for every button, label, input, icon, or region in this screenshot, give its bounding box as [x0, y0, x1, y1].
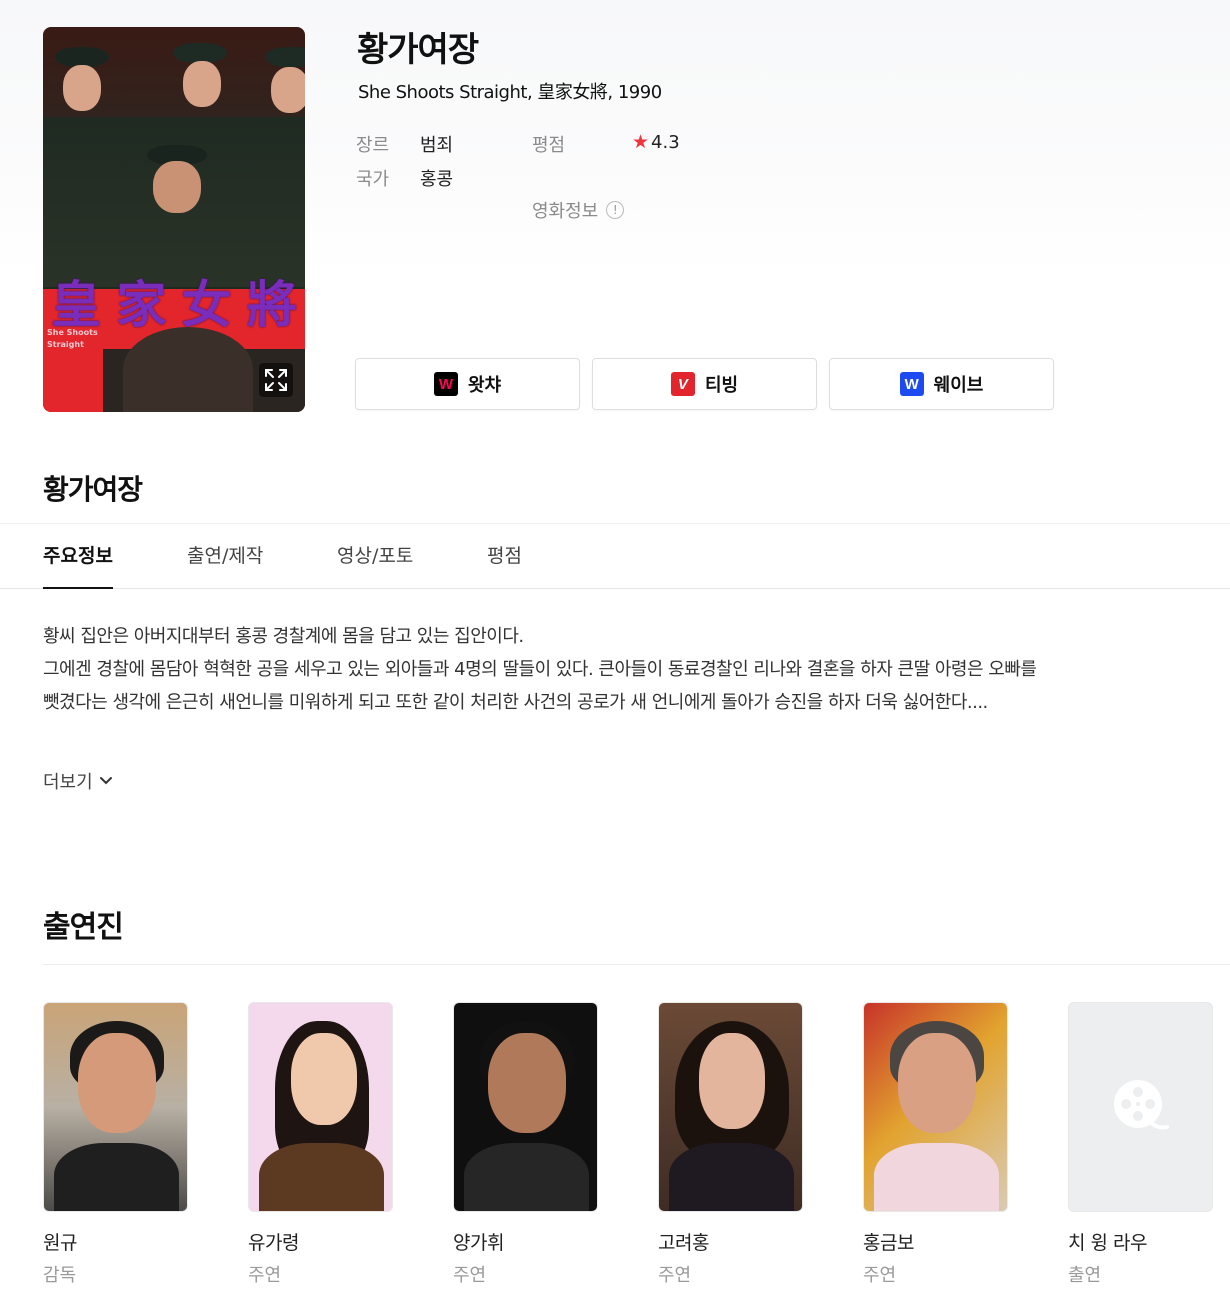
country-value: 홍콩 — [420, 169, 454, 190]
poster-figure — [265, 47, 305, 67]
watcha-logo-icon: W — [433, 372, 458, 396]
ott-label: 웨이브 — [933, 375, 984, 396]
star-icon: ★ — [632, 131, 650, 153]
info-icon: ! — [606, 201, 625, 219]
poster-figure — [173, 43, 227, 63]
cast-photo — [43, 1002, 188, 1212]
poster-figure — [183, 61, 221, 107]
movie-subtitle: She Shoots Straight, 皇家女將, 1990 — [358, 82, 662, 103]
photo-face — [898, 1033, 976, 1133]
ott-button-wavve[interactable]: W 웨이브 — [829, 358, 1054, 410]
photo-body — [669, 1143, 794, 1211]
expand-poster-button[interactable] — [259, 363, 293, 397]
cast-name: 홍금보 — [863, 1232, 914, 1254]
cast-card[interactable]: 치 윙 라우 출연 — [1068, 1002, 1213, 1287]
divider — [43, 964, 1230, 965]
photo-face — [488, 1033, 566, 1133]
ott-label: 왓챠 — [467, 375, 502, 396]
expand-icon — [265, 369, 287, 391]
synopsis-line: 그에겐 경찰에 몸담아 혁혁한 공을 세우고 있는 외아들과 4명의 딸들이 있… — [43, 659, 1037, 713]
photo-face — [699, 1033, 765, 1129]
country-label: 국가 — [356, 169, 390, 190]
cast-card[interactable]: 원규 감독 — [43, 1002, 188, 1287]
cast-card[interactable]: 양가휘 주연 — [453, 1002, 598, 1287]
rating-value: 4.3 — [651, 131, 680, 153]
movie-info-label: 영화정보 — [532, 201, 599, 222]
cast-name: 양가휘 — [453, 1232, 504, 1254]
cast-role: 주연 — [248, 1265, 282, 1286]
cast-role: 감독 — [43, 1265, 77, 1286]
rating-label: 평점 — [532, 135, 566, 156]
cast-photo-placeholder — [1068, 1002, 1213, 1212]
tab-main-info[interactable]: 주요정보 — [43, 524, 113, 589]
ott-button-watcha[interactable]: W 왓챠 — [355, 358, 580, 410]
cast-card[interactable]: 홍금보 주연 — [863, 1002, 1008, 1287]
poster-char: 將 — [246, 275, 301, 334]
poster-figure — [153, 161, 201, 213]
ott-label: 티빙 — [704, 375, 739, 396]
movie-title: 황가여장 — [357, 30, 479, 70]
cast-name: 치 윙 라우 — [1068, 1232, 1148, 1254]
tab-video-photo[interactable]: 영상/포토 — [337, 524, 413, 588]
tab-bar: 주요정보 출연/제작 영상/포토 평점 — [0, 523, 1230, 589]
poster-figure — [63, 65, 101, 111]
chevron-down-icon — [99, 777, 112, 785]
cast-role: 주연 — [863, 1265, 897, 1286]
cast-name: 원규 — [43, 1232, 77, 1254]
film-reel-icon — [1113, 1080, 1169, 1130]
synopsis-line: 황씨 집안은 아버지대부터 홍콩 경찰계에 몸을 담고 있는 집안이다. — [43, 626, 524, 647]
photo-face — [291, 1033, 357, 1125]
poster-figure — [271, 67, 305, 113]
movie-info-link[interactable]: 영화정보 ! — [532, 197, 625, 223]
poster-figure — [123, 327, 253, 412]
photo-body — [259, 1143, 384, 1211]
cast-photo — [248, 1002, 393, 1212]
cast-photo — [453, 1002, 598, 1212]
more-label: 더보기 — [43, 772, 93, 793]
rating: ★ 4.3 — [632, 131, 680, 153]
cast-role: 주연 — [453, 1265, 487, 1286]
cast-name: 유가령 — [248, 1232, 299, 1254]
synopsis: 황씨 집안은 아버지대부터 홍콩 경찰계에 몸을 담고 있는 집안이다. 그에겐… — [43, 620, 1053, 719]
cast-role: 주연 — [658, 1265, 692, 1286]
genre-label: 장르 — [356, 135, 390, 156]
photo-face — [78, 1033, 156, 1133]
tving-logo-icon: V — [670, 372, 695, 396]
photo-body — [54, 1143, 179, 1211]
cast-photo — [863, 1002, 1008, 1212]
cast-title: 출연진 — [43, 910, 124, 945]
more-button[interactable]: 더보기 — [43, 768, 113, 794]
cast-card[interactable]: 고려홍 주연 — [658, 1002, 803, 1287]
wavve-logo-icon: W — [899, 372, 924, 396]
tab-rating[interactable]: 평점 — [487, 524, 522, 588]
cast-card[interactable]: 유가령 주연 — [248, 1002, 393, 1287]
movie-poster[interactable]: 皇 家 女 將 She Shoots Straight — [43, 27, 305, 412]
cast-role: 출연 — [1068, 1265, 1102, 1286]
cast-name: 고려홍 — [658, 1232, 709, 1254]
poster-small-title: She Shoots Straight — [47, 328, 98, 349]
poster-char: 家 — [116, 275, 171, 334]
photo-body — [464, 1143, 589, 1211]
section-title: 황가여장 — [43, 473, 143, 506]
photo-body — [874, 1143, 999, 1211]
genre-value: 범죄 — [420, 135, 454, 156]
cast-photo — [658, 1002, 803, 1212]
ott-button-tving[interactable]: V 티빙 — [592, 358, 817, 410]
tab-cast-production[interactable]: 출연/제작 — [187, 524, 263, 588]
poster-figure — [55, 47, 109, 67]
